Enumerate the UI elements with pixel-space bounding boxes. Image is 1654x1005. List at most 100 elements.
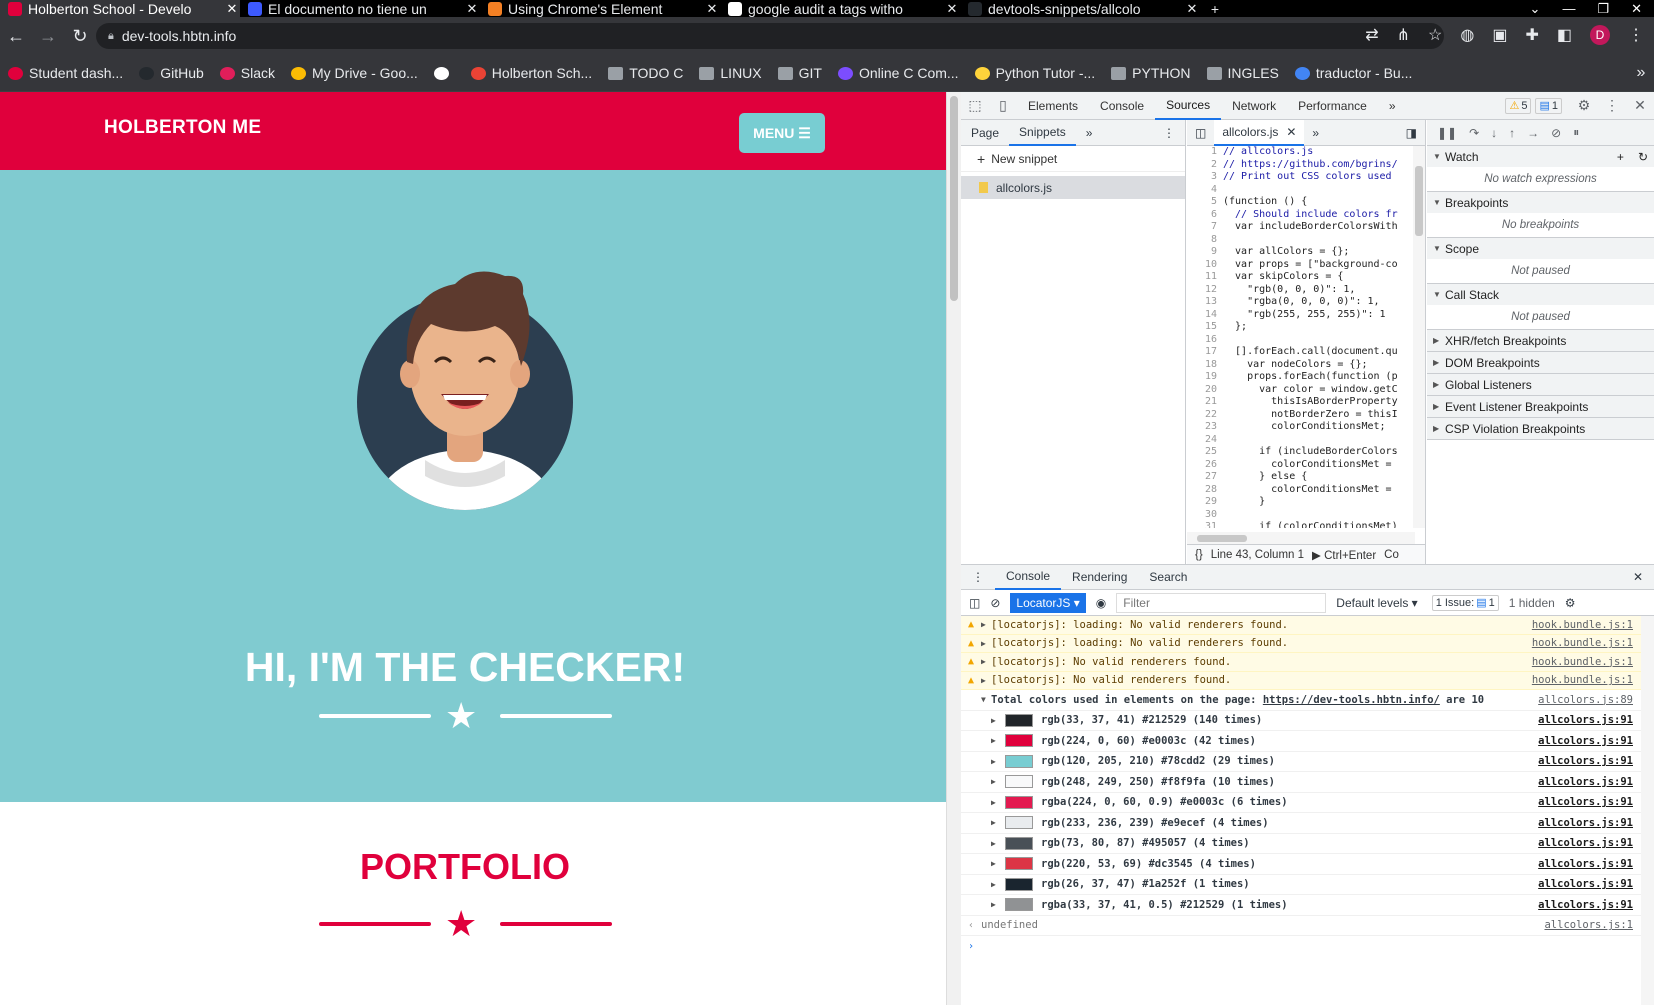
deactivate-breakpoints-icon[interactable]: ⊘ — [1551, 126, 1561, 140]
scrollbar-thumb[interactable] — [950, 96, 958, 301]
add-watch-icon[interactable]: + — [1617, 150, 1624, 164]
translate-icon[interactable]: ⇄ — [1365, 25, 1378, 45]
tab-close-icon[interactable]: ✕ — [464, 1, 480, 17]
section-header[interactable]: ▶ Event Listener Breakpoints — [1427, 396, 1654, 417]
source-link[interactable]: allcolors.js:91 — [1511, 755, 1641, 767]
more-bookmarks-button[interactable]: » — [1628, 64, 1654, 82]
console-scrollbar[interactable] — [1641, 616, 1654, 1005]
expand-triangle-icon[interactable]: ▶ — [991, 736, 1005, 745]
new-tab-button[interactable]: + — [1200, 0, 1230, 17]
refresh-icon[interactable]: ↻ — [1638, 150, 1648, 164]
expand-triangle-icon[interactable]: ▶ — [991, 798, 1005, 807]
source-link[interactable]: allcolors.js:91 — [1511, 735, 1641, 747]
pretty-print-button[interactable]: {} — [1195, 549, 1203, 561]
bookmark-item[interactable]: PYTHON — [1103, 65, 1198, 81]
source-link[interactable]: allcolors.js:91 — [1511, 878, 1641, 890]
expand-triangle-icon[interactable]: ▶ — [991, 839, 1005, 848]
section-header[interactable]: ▶ CSP Violation Breakpoints — [1427, 418, 1654, 439]
step-icon[interactable]: → — [1527, 126, 1539, 140]
warnings-badge[interactable]: ⚠ 5 — [1505, 97, 1532, 114]
minimize-icon[interactable]: — — [1562, 1, 1575, 16]
color-log-row[interactable]: ▶ rgb(248, 249, 250) #f8f9fa (10 times) al… — [961, 772, 1641, 793]
live-expression-eye-icon[interactable]: ◉ — [1096, 596, 1106, 610]
color-log-row[interactable]: ▶ rgb(224, 0, 60) #e0003c (42 times) allco… — [961, 731, 1641, 752]
devtools-tab-console[interactable]: Console — [1089, 92, 1155, 120]
expand-triangle-icon[interactable]: ▶ — [991, 900, 1005, 909]
console-prompt[interactable]: › — [961, 936, 1641, 957]
console-settings-icon[interactable]: ⚙ — [1565, 596, 1576, 610]
bookmark-item[interactable]: Slack — [212, 65, 283, 81]
forward-button[interactable]: → — [32, 26, 64, 47]
settings-gear-icon[interactable]: ⚙ — [1570, 97, 1598, 114]
close-icon[interactable]: ✕ — [1286, 125, 1296, 139]
drawer-tab-search[interactable]: Search — [1138, 564, 1198, 590]
bookmark-item[interactable] — [426, 65, 463, 81]
source-link[interactable]: allcolors.js:91 — [1511, 899, 1641, 911]
scrollbar-thumb[interactable] — [1415, 166, 1423, 236]
drawer-tab-rendering[interactable]: Rendering — [1061, 564, 1138, 590]
expand-triangle-icon[interactable]: ▶ — [981, 676, 991, 685]
snippet-item-allcolors[interactable]: allcolors.js — [961, 176, 1185, 199]
source-link[interactable]: allcolors.js:1 — [1511, 919, 1641, 931]
profile-avatar[interactable]: D — [1590, 25, 1610, 45]
bookmark-item[interactable]: TODO C — [600, 65, 691, 81]
reload-button[interactable]: ↻ — [64, 26, 96, 47]
step-over-icon[interactable]: ↷ — [1469, 126, 1479, 140]
source-link[interactable]: hook.bundle.js:1 — [1511, 656, 1641, 668]
tab-close-icon[interactable]: ✕ — [944, 1, 960, 17]
devtools-tab-elements[interactable]: Elements — [1017, 92, 1089, 120]
inspect-icon[interactable]: ⬚ — [961, 97, 989, 114]
console-group-header[interactable]: ▼ Total colors used in elements on the pa… — [961, 690, 1641, 711]
color-log-row[interactable]: ▶ rgb(233, 236, 239) #e9ecef (4 times) all… — [961, 813, 1641, 834]
tab-search-icon[interactable]: ⌄ — [1530, 1, 1541, 17]
browser-tab[interactable]: Using Chrome's Element ✕ — [480, 0, 720, 17]
close-devtools-icon[interactable]: ✕ — [1626, 97, 1654, 114]
tab-close-icon[interactable]: ✕ — [1184, 1, 1200, 17]
drawer-tab-console[interactable]: Console — [995, 564, 1062, 590]
context-selector[interactable]: LocatorJS ▾ — [1010, 592, 1086, 613]
color-log-row[interactable]: ▶ rgb(73, 80, 87) #495057 (4 times) allcol… — [961, 834, 1641, 854]
devtools-tab-network[interactable]: Network — [1221, 92, 1287, 120]
extension-icon[interactable]: ◍ — [1460, 25, 1474, 45]
toggle-navigator-icon[interactable]: ◫ — [1195, 126, 1206, 140]
source-link[interactable]: hook.bundle.js:1 — [1511, 637, 1641, 649]
code-lines[interactable]: 1 // allcolors.js 2 // https://github.com/b… — [1187, 146, 1412, 528]
color-log-row[interactable]: ▶ rgb(120, 205, 210) #78cdd2 (29 times) al… — [961, 752, 1641, 772]
issues-badge[interactable]: ▤ 1 — [1535, 97, 1562, 114]
console-filter-input[interactable]: Filter — [1116, 592, 1327, 613]
side-panel-icon[interactable]: ◧ — [1557, 25, 1572, 45]
expand-triangle-icon[interactable]: ▶ — [991, 777, 1005, 786]
bookmark-star-icon[interactable]: ☆ — [1428, 25, 1442, 45]
section-header[interactable]: ▼ Call Stack — [1427, 284, 1654, 305]
source-link[interactable]: allcolors.js:91 — [1511, 796, 1641, 808]
back-button[interactable]: ← — [0, 26, 32, 47]
expand-triangle-icon[interactable]: ▶ — [981, 639, 991, 648]
drawer-menu-icon[interactable]: ⋮ — [961, 564, 995, 590]
page-url-link[interactable]: https://dev-tools.hbtn.info/ — [1263, 694, 1440, 706]
expand-triangle-icon[interactable]: ▶ — [991, 880, 1005, 889]
bookmark-item[interactable]: INGLES — [1199, 65, 1287, 81]
expand-triangle-icon[interactable]: ▶ — [991, 716, 1005, 725]
close-drawer-icon[interactable]: ✕ — [1622, 564, 1654, 590]
navigator-menu-icon[interactable]: ⋮ — [1153, 120, 1185, 146]
close-window-icon[interactable]: ✕ — [1631, 1, 1642, 17]
bookmark-item[interactable]: Online C Com... — [830, 65, 967, 81]
source-link[interactable]: allcolors.js:91 — [1511, 837, 1641, 849]
pause-icon[interactable]: ❚❚ — [1437, 126, 1457, 140]
expand-triangle-icon[interactable]: ▶ — [981, 620, 991, 629]
source-link[interactable]: allcolors.js:91 — [1511, 714, 1641, 726]
tab-close-icon[interactable]: ✕ — [224, 1, 240, 17]
bookmark-item[interactable]: Holberton Sch... — [463, 65, 600, 81]
bookmark-item[interactable]: LINUX — [691, 65, 769, 81]
color-log-row[interactable]: ▶ rgba(33, 37, 41, 0.5) #212529 (1 times)… — [961, 895, 1641, 916]
tab-snippets[interactable]: Snippets — [1009, 120, 1076, 146]
expand-triangle-icon[interactable]: ▶ — [991, 757, 1005, 766]
run-snippet-button[interactable]: ▶ Ctrl+Enter — [1312, 548, 1376, 562]
browser-tab[interactable]: google audit a tags witho ✕ — [720, 0, 960, 17]
restore-icon[interactable]: ❐ — [1597, 1, 1609, 17]
screen-icon[interactable]: ▣ — [1492, 25, 1507, 45]
bookmark-item[interactable]: GitHub — [131, 65, 212, 81]
log-levels-dropdown[interactable]: Default levels ▾ — [1336, 596, 1417, 610]
bookmark-item[interactable]: traductor - Bu... — [1287, 65, 1420, 81]
tab-close-icon[interactable]: ✕ — [704, 1, 720, 17]
